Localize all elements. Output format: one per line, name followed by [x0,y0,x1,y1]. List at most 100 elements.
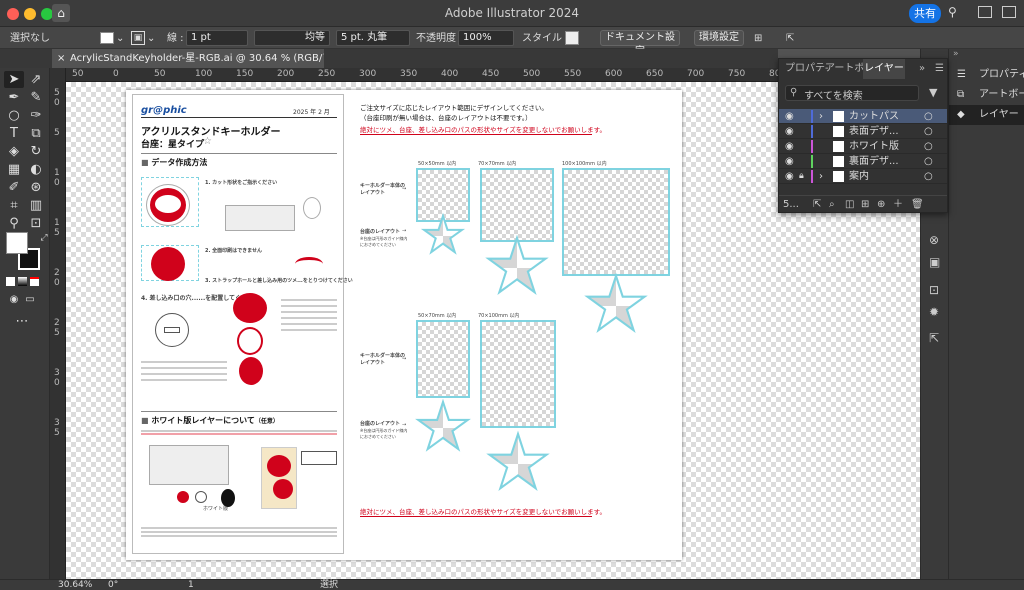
transform-icon[interactable]: ▣ [929,255,940,269]
minimize-window-button[interactable] [24,8,36,20]
color-mode-icon[interactable] [6,277,15,286]
new-sublayer-icon[interactable]: ⊞ [861,196,869,213]
new-layer-icon[interactable]: ⊕ [877,196,885,213]
layer-row-3[interactable]: ◉ 裏面デザ... ○ [779,154,947,169]
fill-color-swatch[interactable] [6,232,28,254]
rotate-tool-icon[interactable]: ↻ [28,144,44,160]
type-tool-icon[interactable]: T [6,126,22,142]
tab-layers[interactable]: レイヤー [863,59,905,79]
layer-row-0[interactable]: ◉ › カットパス ○ [779,109,947,124]
more-tools-icon[interactable]: ⋯ [14,314,30,330]
selection-tool-icon[interactable]: ➤ [6,72,22,88]
filter-icon[interactable]: ▼ [929,86,937,99]
target-circle-icon[interactable]: ○ [924,169,933,184]
asset-export-icon[interactable]: ⊡ [929,283,939,297]
star-base-50[interactable] [424,216,462,252]
layer-row-2[interactable]: ◉ ホワイト版 ○ [779,139,947,154]
layer-search-input[interactable]: ⚲ すべてを検索 [785,85,919,102]
layer-name[interactable]: 裏面デザ... [849,154,899,169]
curvature-tool-icon[interactable]: ✎ [28,90,44,106]
locate-object-icon[interactable]: ⌕ [829,196,835,213]
links-icon[interactable]: ⊗ [929,233,939,247]
chevron-down-icon[interactable]: ⌄ [116,31,124,46]
export-icon[interactable]: ⇱ [813,196,821,213]
layer-row-4[interactable]: ◉ 🔒︎ › 案内 ○ [779,169,947,184]
share-button[interactable]: 共有 [909,4,941,23]
target-circle-icon[interactable]: ○ [924,109,933,124]
visibility-eye-icon[interactable]: ◉ [785,139,794,154]
trash-icon[interactable]: 🗑︎ [911,196,924,213]
star-base-70x100[interactable] [489,434,546,488]
artboard-tool-icon[interactable]: ⌗ [6,198,22,214]
scale-tool-icon[interactable]: ⧉ [28,126,44,142]
zoom-tool-icon[interactable]: ⚲ [6,216,22,232]
target-circle-icon[interactable]: ○ [924,154,933,169]
eyedropper-tool-icon[interactable]: ✐ [6,180,22,196]
artboard-number[interactable]: 1 [188,580,194,590]
graph-tool-icon[interactable]: ▥ [28,198,44,214]
tab-properties[interactable]: プロパテ- [785,59,829,79]
collapse-icon[interactable]: » [919,59,925,79]
star-base-50x70[interactable] [418,402,467,449]
pen-tool-icon[interactable]: ✒ [6,90,22,106]
properties-dock-item[interactable]: ☰ プロパティ [949,65,1024,85]
add-icon[interactable]: ＋ [893,196,903,213]
eraser-tool-icon[interactable]: ◈ [6,144,22,160]
visibility-eye-icon[interactable]: ◉ [785,154,794,169]
chevron-right-icon[interactable]: › [819,169,823,184]
close-tab-icon[interactable]: × [57,49,65,68]
align-icon[interactable]: ⊞ [754,31,762,46]
document-settings-button[interactable]: ドキュメント設定 [600,30,680,57]
star-base-100[interactable] [587,276,644,330]
style-swatch[interactable] [565,31,579,45]
collapse-icon[interactable]: » [953,49,959,59]
draw-mode-icon[interactable]: ◉ [6,292,22,308]
gradient-mode-icon[interactable] [18,277,27,286]
chevron-right-icon[interactable]: › [819,109,823,124]
layers-dock-item[interactable]: ◆ レイヤー [949,105,1024,125]
chevron-down-icon[interactable]: ⌄ [147,31,155,46]
gradient-tool-icon[interactable]: ▦ [6,162,22,178]
close-window-button[interactable] [7,8,19,20]
export-icon[interactable]: ⇱ [929,331,939,345]
export-icon[interactable]: ⇱ [786,31,794,46]
home-icon[interactable]: ⌂ [52,4,70,22]
star-base-70[interactable] [488,238,545,292]
shape-builder-tool-icon[interactable]: ◐ [28,162,44,178]
zoom-level[interactable]: 30.64% [58,580,92,590]
artboards-dock-item[interactable]: ⧉ アートボード [949,85,1024,105]
search-icon[interactable]: ⚲ [948,5,957,19]
clipping-mask-icon[interactable]: ◫ [845,196,854,213]
layer-row-1[interactable]: ◉ 表面デザ... ○ [779,124,947,139]
direct-selection-tool-icon[interactable]: ⇗ [28,72,44,88]
ellipse-tool-icon[interactable]: ○ [6,108,22,124]
layer-name[interactable]: 表面デザ... [849,124,899,139]
none-mode-icon[interactable] [30,277,39,286]
visibility-eye-icon[interactable]: ◉ [785,169,794,184]
target-circle-icon[interactable]: ○ [924,124,933,139]
fill-swatch[interactable] [100,32,114,44]
lock-icon[interactable]: 🔒︎ [799,169,804,184]
screen-mode-icon[interactable]: ▭ [22,292,38,308]
artboard[interactable]: gr@phic 2025 年 2 月 アクリルスタンドキーホルダー 台座：星タイ… [126,90,682,560]
rotation-value[interactable]: 0° [108,580,118,590]
layer-name[interactable]: カットパス [849,109,899,124]
brush-select[interactable]: 5 pt. 丸筆 [336,30,410,46]
opacity-field[interactable]: 100% [458,30,514,46]
stroke-profile-select[interactable]: 均等 [254,30,330,46]
brush-tool-icon[interactable]: ✑ [28,108,44,124]
preferences-button[interactable]: 環境設定 [694,30,744,46]
stroke-swatch[interactable]: ▣ [131,31,145,45]
panel-layout-icon[interactable] [1002,6,1016,18]
stroke-weight-field[interactable]: 1 pt [186,30,248,46]
workspace-icon[interactable] [978,6,992,18]
panel-menu-icon[interactable]: ☰ [935,59,944,79]
visibility-eye-icon[interactable]: ◉ [785,109,794,124]
target-circle-icon[interactable]: ○ [924,139,933,154]
visibility-eye-icon[interactable]: ◉ [785,124,794,139]
layer-name[interactable]: 案内 [849,169,869,184]
gear-icon[interactable]: ✹ [929,305,939,319]
blend-tool-icon[interactable]: ⊛ [28,180,44,196]
layer-name[interactable]: ホワイト版 [849,139,899,154]
document-tab[interactable]: × AcrylicStandKeyholder-星-RGB.ai @ 30.64… [52,49,324,68]
